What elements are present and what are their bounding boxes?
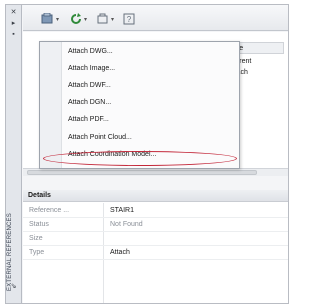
horizontal-scrollbar[interactable] <box>23 168 288 176</box>
detail-value: STAIR1 <box>110 207 134 214</box>
detail-row-status[interactable]: Status Not Found <box>23 218 288 232</box>
detail-row-reference[interactable]: Reference ... STAIR1 <box>23 204 288 218</box>
details-title: Details <box>23 190 288 202</box>
attach-dropdown-menu: Attach DWG... Attach Image... Attach DWF… <box>39 41 240 169</box>
detail-value: Attach <box>110 249 130 256</box>
attach-chevron-down-icon[interactable]: ▾ <box>56 16 59 23</box>
change-path-icon[interactable] <box>96 13 110 25</box>
external-references-palette: ✕ ▸ ▪ ⇘ EXTERNAL REFERENCES ▾ ▾ ▾ ? Type… <box>5 4 289 304</box>
attach-dropdown-icon[interactable] <box>41 12 55 25</box>
palette-side-strip: ✕ ▸ ▪ ⇘ EXTERNAL REFERENCES <box>6 5 22 303</box>
details-panel: Details Reference ... STAIR1 Status Not … <box>23 190 288 303</box>
close-icon[interactable]: ✕ <box>9 9 18 17</box>
detail-key: Reference ... <box>29 207 70 214</box>
highlight-oval-annotation <box>43 151 237 166</box>
menu-item-attach-dwf[interactable]: Attach DWF... <box>68 79 111 93</box>
collapse-arrow-icon[interactable]: ▸ <box>9 20 18 28</box>
detail-key: Size <box>29 235 43 242</box>
detail-row-type[interactable]: Type Attach <box>23 246 288 260</box>
menu-item-attach-image[interactable]: Attach Image... <box>68 62 115 76</box>
change-path-chevron-down-icon[interactable]: ▾ <box>111 16 114 23</box>
menu-item-attach-pdf[interactable]: Attach PDF... <box>68 113 109 127</box>
refresh-chevron-down-icon[interactable]: ▾ <box>84 16 87 23</box>
scrollbar-thumb[interactable] <box>27 170 257 175</box>
detail-value: Not Found <box>110 221 143 228</box>
properties-icon[interactable]: ▪ <box>9 31 18 39</box>
toolbar: ▾ ▾ ▾ ? <box>23 5 288 31</box>
menu-item-attach-point-cloud[interactable]: Attach Point Cloud... <box>68 131 132 145</box>
menu-item-attach-dgn[interactable]: Attach DGN... <box>68 96 111 110</box>
svg-text:?: ? <box>127 15 132 24</box>
menu-item-attach-dwg[interactable]: Attach DWG... <box>68 45 113 59</box>
palette-title: EXTERNAL REFERENCES <box>7 213 13 291</box>
menu-icon-gutter <box>40 42 62 168</box>
refresh-icon[interactable] <box>69 13 83 25</box>
help-icon[interactable]: ? <box>123 13 137 25</box>
detail-key: Status <box>29 221 49 228</box>
detail-row-size[interactable]: Size <box>23 232 288 246</box>
detail-key: Type <box>29 249 45 256</box>
